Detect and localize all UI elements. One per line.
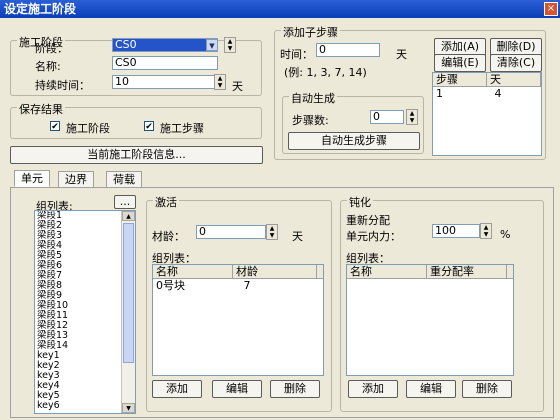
save-stage-checkbox[interactable]: ✔ [50,121,60,132]
save-group-label: 保存结果 [17,101,65,117]
passivate-table[interactable]: 名称 重分配率 [346,264,514,376]
spin-up-icon[interactable]: ▲ [481,224,491,231]
step-col-header: 步骤 [433,73,487,86]
title-bar: 设定施工阶段 [0,0,560,18]
age-label: 材龄： [152,230,185,243]
spin-up-icon[interactable]: ▲ [267,225,277,232]
spin-down-icon[interactable]: ▼ [215,82,225,89]
day-col-header: 天 [487,73,541,86]
substep-group-label: 添加子步骤 [281,24,340,40]
force-field[interactable]: 100 [432,224,480,238]
passivate-edit-button[interactable]: 编辑 [406,380,456,398]
edit-step-button[interactable]: 编辑(E) [434,54,486,72]
group-browse-button[interactable]: ... [114,195,136,209]
activate-add-button[interactable]: 添加 [152,380,202,398]
spin-down-icon[interactable]: ▼ [407,117,417,124]
name-label: 名称: [35,60,61,73]
age-col-header: 材龄 [233,265,317,278]
duration-spinner[interactable]: ▲ ▼ [214,74,226,90]
age-field-value: 0 [199,225,206,238]
current-stage-info-button[interactable]: 当前施工阶段信息... [10,146,263,164]
name-col-header: 名称 [347,265,427,278]
redistribute-label: 重新分配 [346,214,390,227]
duration-unit: 天 [232,80,243,93]
tab-boundary[interactable]: 边界 [58,171,94,187]
age-unit: 天 [292,230,303,243]
passivate-table-header: 名称 重分配率 [347,265,513,279]
step-table-header: 步骤 天 [433,73,541,87]
scroll-up-icon[interactable]: ▲ [122,211,135,221]
table-row[interactable]: 0号块 7 [153,279,323,292]
day-cell: 4 [494,87,502,100]
time-unit: 天 [396,48,407,61]
name-field-value: CS0 [115,56,137,69]
step-table[interactable]: 步骤 天 1 4 [432,72,542,156]
time-field-value: 0 [319,43,326,56]
auto-group-label: 自动生成 [289,90,337,106]
group-list-scrollbar[interactable]: ▲ ▼ [121,211,135,413]
force-unit: % [500,228,511,241]
spin-up-icon[interactable]: ▲ [407,110,417,117]
activate-edit-button[interactable]: 编辑 [212,380,262,398]
name-field[interactable]: CS0 [112,56,218,70]
window-title: 设定施工阶段 [4,2,77,16]
age-field[interactable]: 0 [196,225,266,239]
spin-down-icon[interactable]: ▼ [267,232,277,239]
time-example: (例: 1, 3, 7, 14) [284,66,367,79]
duration-field-value: 10 [115,75,129,88]
age-cell: 7 [243,279,251,292]
step-cell: 1 [436,87,443,100]
spin-down-icon[interactable]: ▼ [225,45,235,52]
activate-table[interactable]: 名称 材龄 0号块 7 [152,264,324,376]
chevron-down-icon[interactable]: ▼ [206,39,218,51]
auto-generate-button[interactable]: 自动生成步骤 [288,132,420,150]
activate-group-label: 激活 [153,194,179,210]
activate-table-header: 名称 材龄 [153,265,323,279]
save-group: 保存结果 [10,101,262,139]
stage-select[interactable]: CS0 [112,38,218,52]
spin-up-icon[interactable]: ▲ [215,75,225,82]
age-spinner[interactable]: ▲ ▼ [266,224,278,240]
force-field-value: 100 [435,224,456,237]
clear-step-button[interactable]: 清除(C) [490,54,542,72]
stage-label: 阶段： [35,42,68,55]
table-row[interactable]: 1 4 [433,87,541,100]
scroll-thumb[interactable] [123,223,134,363]
force-label: 单元内力： [346,230,401,243]
spin-up-icon[interactable]: ▲ [225,38,235,45]
spin-down-icon[interactable]: ▼ [481,231,491,238]
tab-load[interactable]: 荷载 [106,171,142,187]
step-count-spinner[interactable]: ▲ ▼ [406,109,418,125]
step-count-field[interactable]: 0 [370,110,404,124]
activate-delete-button[interactable]: 删除 [270,380,320,398]
step-count-value: 0 [373,110,380,123]
name-cell: 0号块 [156,279,185,292]
duration-label: 持续时间： [35,79,90,92]
name-col-header: 名称 [153,265,233,278]
save-stage-label: 施工阶段 [66,122,110,135]
stage-spinner[interactable]: ▲ ▼ [224,37,236,53]
group-list[interactable]: 梁段1 梁段2 梁段3 梁段4 梁段5 梁段6 梁段7 梁段8 梁段9 梁段10 梁段11 梁段12 梁… [34,210,136,414]
passivate-add-button[interactable]: 添加 [348,380,398,398]
step-count-label: 步骤数: [292,114,329,127]
tab-element[interactable]: 单元 [14,170,50,187]
time-field[interactable]: 0 [316,43,380,57]
save-step-checkbox[interactable]: ✔ [144,121,154,132]
ratio-col-header: 重分配率 [427,265,507,278]
scroll-down-icon[interactable]: ▼ [122,403,135,413]
passivate-group-label: 钝化 [347,194,373,210]
save-step-label: 施工步骤 [160,122,204,135]
stage-select-value: CS0 [115,38,137,51]
passivate-delete-button[interactable]: 删除 [462,380,512,398]
list-item[interactable]: key6 [37,401,119,411]
force-spinner[interactable]: ▲ ▼ [480,223,492,239]
time-label: 时间： [280,48,313,61]
group-list-items: 梁段1 梁段2 梁段3 梁段4 梁段5 梁段6 梁段7 梁段8 梁段9 梁段10 梁段11 梁段12 梁… [37,211,119,411]
close-icon[interactable]: × [544,2,558,16]
duration-field[interactable]: 10 [112,75,218,89]
